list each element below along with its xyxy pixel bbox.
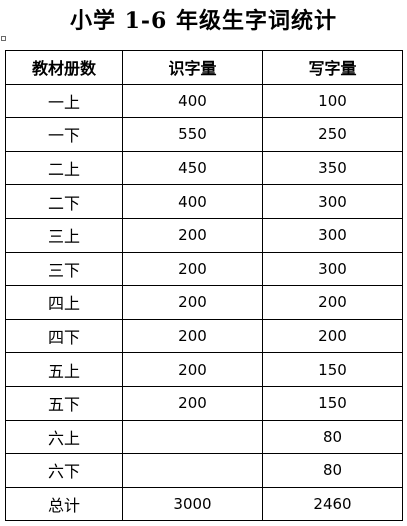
document-title: 小学 1-6 年级生字词统计 bbox=[69, 8, 338, 34]
cell-book: 四上 bbox=[5, 285, 123, 320]
cell-recognize: 200 bbox=[122, 318, 263, 354]
cell-recognize bbox=[122, 419, 263, 455]
cell-total-write: 2460 bbox=[262, 486, 403, 522]
cell-write: 150 bbox=[262, 385, 403, 421]
cell-book: 五下 bbox=[5, 385, 123, 421]
cell-recognize: 550 bbox=[122, 117, 263, 152]
table-row: 五下 200 150 bbox=[5, 385, 403, 421]
cell-write: 250 bbox=[262, 117, 403, 152]
table-row: 四下 200 200 bbox=[5, 318, 403, 354]
cell-recognize: 200 bbox=[122, 285, 263, 320]
table-row: 四上 200 200 bbox=[5, 285, 403, 320]
cell-recognize: 200 bbox=[122, 251, 263, 287]
cell-total-recognize: 3000 bbox=[122, 486, 263, 522]
table-row: 六下 80 bbox=[5, 453, 403, 488]
cell-recognize: 400 bbox=[122, 184, 263, 219]
table-row: 五上 200 150 bbox=[5, 352, 403, 387]
cell-write: 80 bbox=[262, 453, 403, 488]
header-book: 教材册数 bbox=[5, 50, 123, 85]
cell-recognize: 200 bbox=[122, 352, 263, 387]
header-recognize: 识字量 bbox=[122, 50, 263, 85]
cell-recognize: 400 bbox=[122, 83, 263, 119]
cell-write: 300 bbox=[262, 184, 403, 219]
cell-book: 六上 bbox=[5, 419, 123, 455]
table-row: 二上 450 350 bbox=[5, 150, 403, 186]
cell-total-label: 总计 bbox=[5, 486, 123, 522]
cell-book: 二下 bbox=[5, 184, 123, 219]
table-row: 三上 200 300 bbox=[5, 217, 403, 253]
cell-write: 100 bbox=[262, 83, 403, 119]
cell-book: 三下 bbox=[5, 251, 123, 287]
cell-book: 二上 bbox=[5, 150, 123, 186]
cell-write: 200 bbox=[262, 318, 403, 354]
table-total-row: 总计 3000 2460 bbox=[5, 486, 403, 522]
cell-recognize: 200 bbox=[122, 385, 263, 421]
cell-write: 300 bbox=[262, 217, 403, 253]
cell-write: 80 bbox=[262, 419, 403, 455]
header-write: 写字量 bbox=[262, 50, 403, 85]
cell-book: 六下 bbox=[5, 453, 123, 488]
table-header-row: 教材册数 识字量 写字量 bbox=[5, 50, 403, 85]
table-row: 一上 400 100 bbox=[5, 83, 403, 119]
cell-book: 一下 bbox=[5, 117, 123, 152]
cell-book: 一上 bbox=[5, 83, 123, 119]
cell-book: 三上 bbox=[5, 217, 123, 253]
cell-book: 四下 bbox=[5, 318, 123, 354]
cell-write: 150 bbox=[262, 352, 403, 387]
cell-write: 200 bbox=[262, 285, 403, 320]
cell-book: 五上 bbox=[5, 352, 123, 387]
table-row: 二下 400 300 bbox=[5, 184, 403, 219]
cell-recognize: 200 bbox=[122, 217, 263, 253]
cell-recognize: 450 bbox=[122, 150, 263, 186]
table-anchor-icon bbox=[1, 36, 6, 41]
character-count-table: 教材册数 识字量 写字量 一上 400 100 一下 550 250 二上 45… bbox=[5, 50, 403, 522]
cell-write: 350 bbox=[262, 150, 403, 186]
cell-write: 300 bbox=[262, 251, 403, 287]
cell-recognize bbox=[122, 453, 263, 488]
table-row: 一下 550 250 bbox=[5, 117, 403, 152]
table-row: 三下 200 300 bbox=[5, 251, 403, 287]
table-row: 六上 80 bbox=[5, 419, 403, 455]
